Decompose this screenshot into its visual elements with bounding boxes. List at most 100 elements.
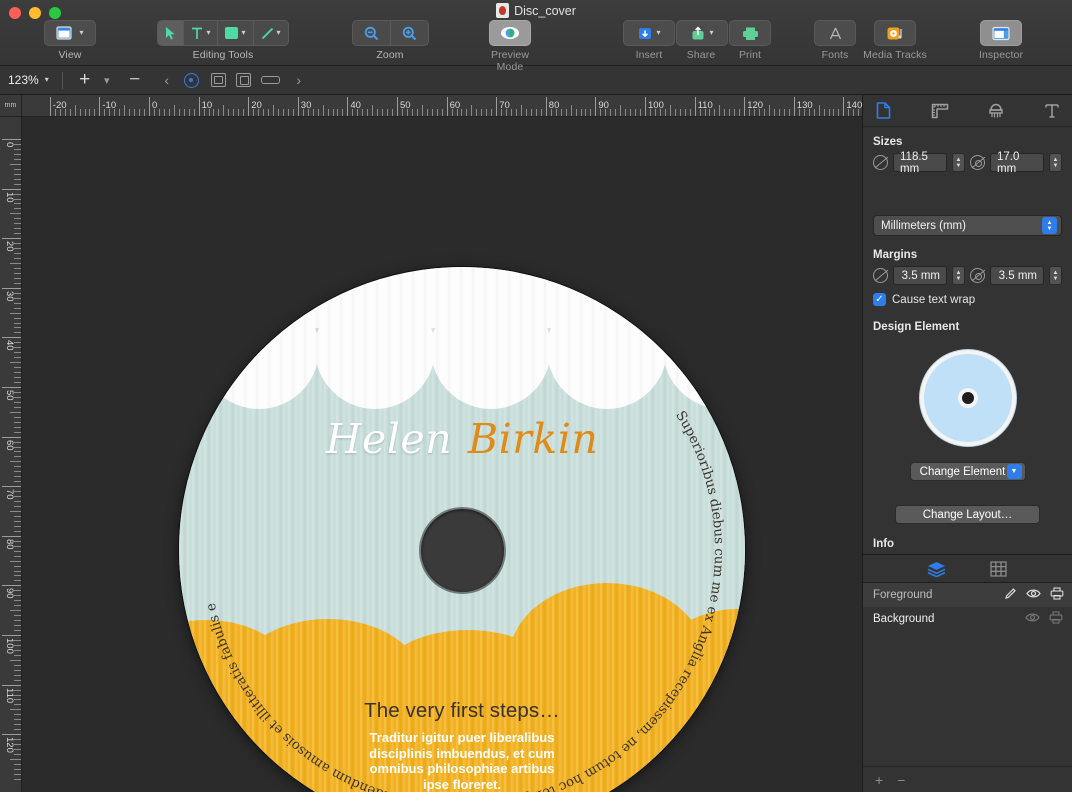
- ruler-minor-tick: [14, 208, 21, 209]
- ruler-minor-tick: [402, 109, 403, 116]
- inner-margin-field[interactable]: 3.5 mm: [990, 266, 1044, 285]
- remove-button[interactable]: −: [126, 70, 144, 90]
- ruler-minor-tick: [55, 109, 56, 116]
- ruler-minor-tick: [14, 199, 21, 200]
- unit-select[interactable]: Millimeters (mm) ▲▼: [873, 215, 1062, 236]
- disc-element-button[interactable]: [184, 73, 199, 88]
- ruler-minor-tick: [238, 109, 239, 116]
- outer-margin-stepper[interactable]: ▲▼: [952, 266, 965, 285]
- ruler-minor-tick: [14, 303, 21, 304]
- horizontal-ruler[interactable]: -20-100102030405060708090100110120130140: [22, 95, 862, 117]
- zoom-in-button[interactable]: [391, 21, 428, 45]
- disc-headline[interactable]: The very first steps…: [179, 699, 745, 723]
- inner-margin-stepper[interactable]: ▲▼: [1049, 266, 1062, 285]
- ruler-minor-tick: [14, 714, 21, 715]
- layer-row-foreground[interactable]: Foreground: [863, 583, 1072, 607]
- tab-document[interactable]: [873, 100, 895, 122]
- inspector-button[interactable]: [980, 20, 1022, 46]
- ruler-minor-tick: [754, 109, 755, 116]
- add-dropdown-chevron-icon[interactable]: ▾: [98, 70, 116, 90]
- remove-layer-button[interactable]: −: [897, 772, 905, 788]
- ruler-minor-tick: [729, 109, 730, 116]
- ruler-minor-tick: [14, 442, 21, 443]
- text-wrap-checkbox[interactable]: ✓: [873, 293, 886, 306]
- outer-diameter-field[interactable]: 118.5 mm: [893, 153, 947, 172]
- inner-diameter-stepper[interactable]: ▲▼: [1049, 153, 1062, 172]
- share-button[interactable]: ▾: [676, 20, 728, 46]
- main-toolbar: Disc_cover ▾ View ▾: [0, 0, 1072, 66]
- inner-diameter-field[interactable]: 17.0 mm: [990, 153, 1044, 172]
- spine-element-button[interactable]: [261, 76, 280, 84]
- ruler-tick: [2, 387, 21, 388]
- ruler-minor-tick: [14, 521, 21, 522]
- tab-style[interactable]: [985, 100, 1007, 122]
- ruler-minor-tick: [675, 109, 676, 116]
- disc-body-text[interactable]: Traditur igitur puer liberalibus discipl…: [179, 730, 745, 792]
- add-layer-button[interactable]: +: [875, 772, 883, 788]
- ruler-minor-tick: [14, 541, 21, 542]
- view-button[interactable]: ▾: [44, 20, 96, 46]
- vertical-ruler[interactable]: 0102030405060708090100110120: [0, 117, 22, 792]
- window-title-bar: Disc_cover: [0, 3, 1072, 18]
- ruler-minor-tick: [14, 551, 21, 552]
- media-tracks-label: Media Tracks: [858, 49, 932, 61]
- toolbar-group-editing-tools: ▾ ▾ ▾ Editing Tools: [137, 20, 309, 61]
- change-layout-button[interactable]: Change Layout…: [895, 505, 1040, 524]
- tab-layout[interactable]: [929, 100, 951, 122]
- design-canvas[interactable]: Superioribus diebus cum me ex Anglia rec…: [22, 117, 862, 792]
- fonts-button[interactable]: [814, 20, 856, 46]
- layer-row-background[interactable]: Background: [863, 607, 1072, 631]
- ruler-minor-tick: [14, 764, 21, 765]
- text-wrap-row[interactable]: ✓ Cause text wrap: [863, 292, 1072, 310]
- chevron-down-icon: ▾: [709, 29, 713, 37]
- ruler-minor-tick: [14, 377, 21, 378]
- inner-margin-icon: [970, 268, 985, 283]
- print-icon[interactable]: [1049, 611, 1063, 627]
- ruler-minor-tick: [14, 719, 21, 720]
- ruler-minor-tick: [114, 109, 115, 116]
- outer-margin-field[interactable]: 3.5 mm: [893, 266, 947, 285]
- tab-text[interactable]: [1041, 100, 1063, 122]
- media-tracks-button[interactable]: [874, 20, 916, 46]
- tab-grid[interactable]: [988, 558, 1010, 580]
- ruler-minor-tick: [585, 109, 586, 116]
- full-page-element-button[interactable]: [211, 73, 226, 87]
- ruler-minor-tick: [14, 308, 21, 309]
- ruler-minor-tick: [14, 699, 21, 700]
- outer-diameter-stepper[interactable]: ▲▼: [952, 153, 965, 172]
- next-element-button[interactable]: ›: [290, 70, 308, 90]
- eye-icon[interactable]: [1026, 588, 1041, 602]
- select-tool-button[interactable]: [158, 21, 184, 45]
- ruler-minor-tick: [461, 109, 462, 116]
- outer-diameter-icon: [873, 155, 888, 170]
- ruler-minor-tick: [94, 109, 95, 116]
- preview-mode-button[interactable]: [489, 20, 531, 46]
- ruler-minor-tick: [521, 105, 522, 116]
- print-button[interactable]: [729, 20, 771, 46]
- toolbar-group-preview-mode: Preview Mode: [482, 20, 538, 73]
- booklet-element-button[interactable]: [236, 73, 251, 87]
- pencil-icon[interactable]: [1004, 587, 1017, 603]
- disc-artwork[interactable]: Superioribus diebus cum me ex Anglia rec…: [179, 267, 745, 792]
- ruler-tick: [843, 97, 844, 116]
- eye-icon[interactable]: [1025, 612, 1040, 626]
- add-button[interactable]: +: [76, 70, 94, 90]
- change-element-button[interactable]: Change Element ▼: [910, 462, 1026, 481]
- zoom-level-dropdown[interactable]: 123% ▾: [8, 73, 49, 87]
- previous-element-button[interactable]: ‹: [158, 70, 176, 90]
- text-tool-button[interactable]: ▾: [184, 21, 218, 45]
- insert-button[interactable]: ▾: [623, 20, 675, 46]
- print-icon[interactable]: [1050, 587, 1064, 603]
- ruler-tick: [298, 97, 299, 116]
- ruler-tick: [695, 97, 696, 116]
- ruler-minor-tick: [14, 278, 21, 279]
- disc-title[interactable]: HelenBirkin: [179, 415, 745, 463]
- share-label: Share: [676, 49, 726, 61]
- tab-layers[interactable]: [926, 558, 948, 580]
- design-element-preview[interactable]: [863, 338, 1072, 452]
- shape-tool-button[interactable]: ▾: [218, 21, 253, 45]
- ruler-minor-tick: [337, 109, 338, 116]
- line-tool-button[interactable]: ▾: [254, 21, 288, 45]
- ruler-minor-tick: [14, 744, 21, 745]
- zoom-out-button[interactable]: [353, 21, 391, 45]
